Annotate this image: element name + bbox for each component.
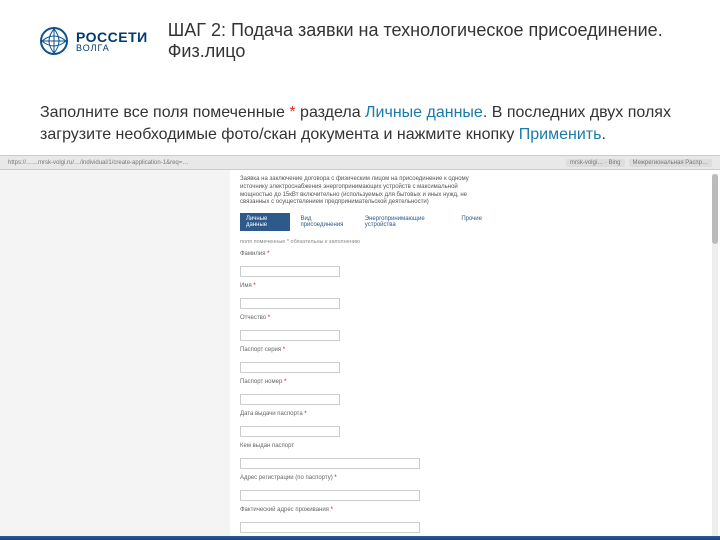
form-tabs: Личные данные Вид присоединения Энергопр…: [240, 213, 488, 231]
text-input[interactable]: [240, 266, 340, 277]
tab-devices[interactable]: Энергопринимающие устройства: [359, 213, 452, 231]
browser-screenshot: https://……mrsk-volgi.ru/…/individual/1/c…: [0, 155, 720, 540]
required-mark: *: [253, 283, 255, 289]
field-label: Паспорт номер *: [240, 379, 488, 385]
vertical-scrollbar[interactable]: [712, 174, 718, 536]
field-label: Дата выдачи паспорта *: [240, 411, 488, 417]
required-mark: *: [284, 379, 286, 385]
form-field: Адрес регистрации (по паспорту) *: [240, 475, 488, 501]
logo-sub-text: ВОЛГА: [76, 44, 148, 53]
form-field: Отчество *: [240, 315, 488, 341]
field-label: Фамилия *: [240, 251, 488, 257]
taskbar: [0, 536, 720, 540]
logo-main-text: РОССЕТИ: [76, 30, 148, 44]
required-mark: *: [268, 315, 270, 321]
tab-personal-data[interactable]: Личные данные: [240, 213, 290, 231]
form-field: Фамилия *: [240, 251, 488, 277]
step-title: ШАГ 2: Подача заявки на технологическое …: [168, 20, 680, 62]
application-view: Заявка на заключение договора с физическ…: [230, 170, 720, 540]
form-field: Имя *: [240, 283, 488, 309]
url-text: https://……mrsk-volgi.ru/…/individual/1/c…: [8, 160, 566, 166]
text-input[interactable]: [240, 362, 340, 373]
tab-connection-type[interactable]: Вид присоединения: [294, 213, 354, 231]
form-field: Дата выдачи паспорта *: [240, 411, 488, 437]
slide-header: РОССЕТИ ВОЛГА ШАГ 2: Подача заявки на те…: [0, 0, 720, 72]
field-label: Адрес регистрации (по паспорту) *: [240, 475, 488, 481]
logo: РОССЕТИ ВОЛГА: [40, 27, 148, 55]
instruction-text: Заполните все поля помеченные * раздела …: [0, 102, 720, 147]
field-label: Имя *: [240, 283, 488, 289]
app-description: Заявка на заключение договора с физическ…: [240, 176, 488, 207]
scrollbar-thumb[interactable]: [712, 174, 718, 244]
text-input[interactable]: [240, 298, 340, 309]
text-input[interactable]: [240, 394, 340, 405]
field-label: Кем выдан паспорт: [240, 443, 488, 449]
text-input[interactable]: [240, 458, 420, 469]
browser-tab[interactable]: mrsk-volgi… · Bing: [566, 159, 625, 167]
required-mark: *: [331, 507, 333, 513]
text-input[interactable]: [240, 426, 340, 437]
required-mark: *: [267, 251, 269, 257]
text-input[interactable]: [240, 522, 420, 533]
required-mark: *: [334, 475, 336, 481]
tab-other[interactable]: Прочие: [455, 213, 488, 231]
form-field: Паспорт серия *: [240, 347, 488, 373]
highlight-apply: Применить: [519, 126, 602, 143]
form-field: Паспорт номер *: [240, 379, 488, 405]
required-mark: *: [304, 411, 306, 417]
form-field: Кем выдан паспорт: [240, 443, 488, 469]
address-bar: https://……mrsk-volgi.ru/…/individual/1/c…: [0, 156, 720, 170]
form-hint: поля помеченные * обязательны к заполнен…: [240, 239, 488, 245]
field-label: Отчество *: [240, 315, 488, 321]
required-mark: *: [283, 347, 285, 353]
highlight-personal-data: Личные данные: [365, 104, 483, 121]
text-input[interactable]: [240, 330, 340, 341]
field-label: Паспорт серия *: [240, 347, 488, 353]
field-label: Фактический адрес проживания *: [240, 507, 488, 513]
text-input[interactable]: [240, 490, 420, 501]
browser-tab[interactable]: Межрегиональная Распр…: [629, 159, 712, 167]
form-field: Фактический адрес проживания *: [240, 507, 488, 533]
logo-globe-icon: [40, 27, 68, 55]
